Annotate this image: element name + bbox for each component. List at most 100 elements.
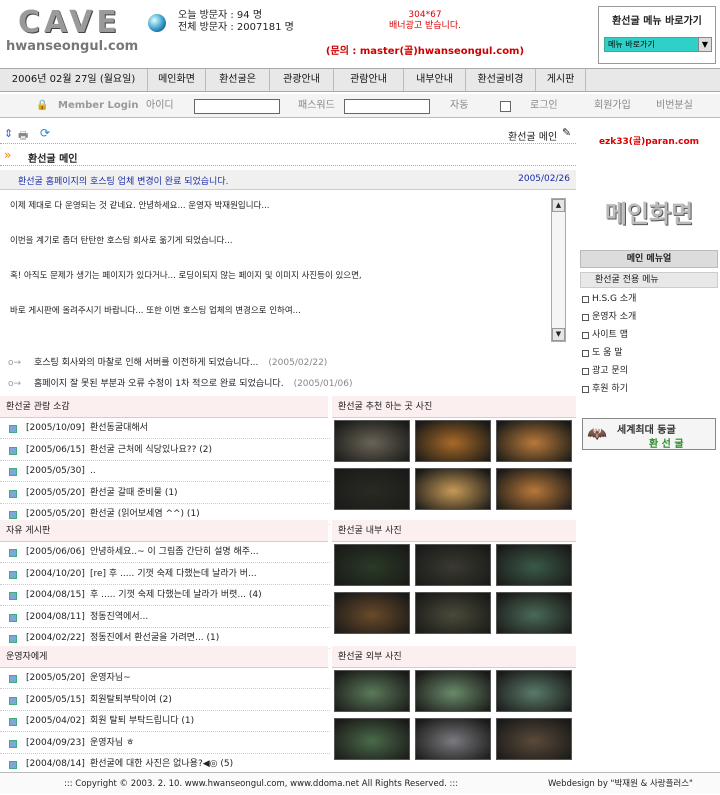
post-title[interactable]: 환선굴 갈때 준비물 (1)	[90, 483, 178, 504]
today-visitors-value: 94 명	[236, 10, 263, 21]
board-row[interactable]: [2005/05/20] 운영자님~	[0, 668, 330, 689]
banner-ad[interactable]: 304*67 배너광고 받습니다. (문의 : master(골)hwanseo…	[300, 10, 550, 57]
id-label: 아이디	[146, 100, 174, 111]
banner-title: 세계최대 동굴	[617, 425, 676, 436]
board-header[interactable]: 환선굴 관람 소감	[0, 396, 328, 418]
auto-login-checkbox[interactable]	[500, 101, 511, 112]
lost-password-button[interactable]: 비번분실	[656, 94, 693, 117]
photo-header[interactable]: 환선굴 추천 하는 곳 사진	[332, 396, 576, 418]
board-row[interactable]: [2005/05/20] 환선굴 갈때 준비물 (1)	[0, 483, 330, 504]
cave-photo-thumbnail[interactable]	[496, 718, 572, 760]
cave-photo-thumbnail[interactable]	[415, 468, 491, 510]
cave-photo-thumbnail[interactable]	[334, 468, 410, 510]
board-header[interactable]: 자유 게시판	[0, 520, 328, 542]
related-title[interactable]: 호스팅 회사와의 마찰로 인해 서버를 이전하게 되었습니다...	[34, 358, 258, 368]
login-button[interactable]: 로그인	[530, 94, 558, 117]
cave-photo-thumbnail[interactable]	[334, 420, 410, 462]
cave-photo-thumbnail[interactable]	[415, 420, 491, 462]
menu-scenery[interactable]: 환선굴비경	[466, 69, 536, 91]
refresh-icon[interactable]: ⟳	[40, 126, 50, 140]
arrows-icon[interactable]: ⇕	[4, 127, 13, 140]
cave-photo-thumbnail[interactable]	[415, 670, 491, 712]
board-row[interactable]: [2005/06/15] 환선굴 근처에 식당있나요?? (2)	[0, 440, 330, 461]
password-input[interactable]	[344, 99, 430, 114]
menu-main[interactable]: 메인화면	[148, 69, 206, 91]
notice-paragraph: 바로 게시판에 올려주시기 바랍니다... 또한 이번 호스팅 업체의 변경으로…	[10, 306, 301, 316]
cave-photo-thumbnail[interactable]	[496, 592, 572, 634]
admin-email[interactable]: ezk33(골)paran.com	[580, 124, 718, 164]
site-logo[interactable]: CAVE hwanseongul.com	[4, 6, 142, 60]
notice-scrollbar[interactable]: ▲ ▼	[551, 198, 566, 342]
post-title[interactable]: 안녕하세요..~ 이 그림좀 간단히 설명 해주...	[90, 542, 259, 563]
post-icon	[9, 549, 17, 557]
post-icon	[9, 761, 17, 769]
post-title[interactable]: 회원탈퇴부탁이여 (2)	[90, 690, 172, 711]
photo-header[interactable]: 환선굴 외부 사진	[332, 646, 576, 668]
main-page-title[interactable]: 메인화면	[585, 184, 713, 244]
menu-inside[interactable]: 내부안내	[404, 69, 466, 91]
cave-photo-thumbnail[interactable]	[415, 718, 491, 760]
sidebar-item-donate[interactable]: 후원 하기	[580, 380, 718, 398]
cave-banner[interactable]: 🦇 세계최대 동굴 환 선 굴	[582, 418, 716, 450]
cave-photo-thumbnail[interactable]	[334, 670, 410, 712]
post-title[interactable]: 운영자님~	[90, 668, 131, 689]
lock-icon: 🔒	[36, 100, 49, 111]
chevron-down-icon[interactable]: ▼	[698, 38, 711, 51]
board-row[interactable]: [2004/08/15] 후 ..... 기껏 숙제 다했는데 날라가 버렷...…	[0, 585, 330, 606]
related-notice[interactable]: o→ 호스팅 회사와의 마찰로 인해 서버를 이전하게 되었습니다... (200…	[8, 355, 327, 368]
menu-about[interactable]: 환선굴은	[206, 69, 270, 91]
photo-header[interactable]: 환선굴 내부 사진	[332, 520, 576, 542]
cave-photo-thumbnail[interactable]	[334, 544, 410, 586]
post-title[interactable]: 환선굴 근처에 식당있나요?? (2)	[90, 440, 212, 461]
breadcrumb: 환선굴 메인	[508, 132, 558, 143]
sidebar-item-ad[interactable]: 광고 문의	[580, 362, 718, 380]
board-row[interactable]: [2004/10/20] [re] 후 ..... 기껏 숙제 다했는데 날라가 …	[0, 564, 330, 585]
cave-photo-thumbnail[interactable]	[334, 592, 410, 634]
board-row[interactable]: [2004/09/23] 운영자님 ㅎ	[0, 733, 330, 754]
post-title[interactable]: 정동진역에서...	[90, 607, 148, 628]
cave-photo-thumbnail[interactable]	[496, 420, 572, 462]
board-header[interactable]: 운영자에게	[0, 646, 328, 668]
post-title[interactable]: 후 ..... 기껏 숙제 다했는데 날라가 버렷... (4)	[90, 585, 262, 606]
post-date: [2005/05/15]	[26, 694, 85, 705]
related-notice[interactable]: o→ 홈페이지 잘 못된 부분과 오류 수정이 1차 적으로 완료 되었습니다.…	[8, 376, 352, 389]
board-row[interactable]: [2005/05/15] 회원탈퇴부탁이여 (2)	[0, 690, 330, 711]
post-title[interactable]: [re] 후 ..... 기껏 숙제 다했는데 날라가 버...	[90, 564, 257, 585]
sidebar-item-operator[interactable]: 운영자 소개	[580, 308, 718, 326]
post-icon	[9, 613, 17, 622]
ad-contact[interactable]: (문의 : master(골)hwanseongul.com)	[300, 46, 550, 57]
quick-menu-select[interactable]: 메뉴 바로가기 ▼	[604, 37, 712, 52]
print-icon[interactable]: 🖶	[18, 127, 28, 146]
post-title[interactable]: 회원 탈퇴 부탁드립니다 (1)	[90, 711, 194, 732]
cave-photo-thumbnail[interactable]	[496, 468, 572, 510]
cave-photo-thumbnail[interactable]	[415, 544, 491, 586]
related-title[interactable]: 홈페이지 잘 못된 부분과 오류 수정이 1차 적으로 완료 되었습니다.	[34, 379, 284, 389]
cave-photo-thumbnail[interactable]	[496, 670, 572, 712]
visitor-counter: 오늘 방문자 : 94 명 전체 방문자 : 2007181 명	[178, 10, 294, 34]
sidebar-group-title: 환선굴 전용 메뉴	[580, 272, 718, 288]
scroll-up-icon[interactable]: ▲	[552, 199, 565, 212]
board-row[interactable]: [2005/06/06] 안녕하세요..~ 이 그림좀 간단히 설명 해주...	[0, 542, 330, 563]
board-row[interactable]: [2004/08/11] 정동진역에서...	[0, 607, 330, 628]
menu-tour[interactable]: 관광안내	[270, 69, 334, 91]
cave-photo-thumbnail[interactable]	[334, 718, 410, 760]
sidebar-item-help[interactable]: 도 움 말	[580, 344, 718, 362]
board-row[interactable]: [2005/10/09] 환선동굴대해서	[0, 418, 330, 439]
post-date: [2004/10/20]	[26, 568, 85, 579]
sidebar-item-sitemap[interactable]: 사이트 맵	[580, 326, 718, 344]
menu-visit[interactable]: 관람안내	[334, 69, 404, 91]
post-title[interactable]: ..	[90, 461, 96, 482]
scroll-down-icon[interactable]: ▼	[552, 328, 565, 341]
post-title[interactable]: 운영자님 ㅎ	[90, 733, 134, 754]
related-date: (2005/01/06)	[293, 379, 353, 389]
cave-photo-thumbnail[interactable]	[415, 592, 491, 634]
board-row[interactable]: [2005/04/02] 회원 탈퇴 부탁드립니다 (1)	[0, 711, 330, 732]
sidebar-item-hsg[interactable]: H.S.G 소개	[580, 290, 718, 308]
id-input[interactable]	[194, 99, 280, 114]
menu-board[interactable]: 게시판	[536, 69, 586, 91]
cave-photo-thumbnail[interactable]	[496, 544, 572, 586]
post-title[interactable]: 환선동굴대해서	[90, 418, 148, 439]
join-button[interactable]: 회원가입	[594, 94, 631, 117]
double-arrow-icon: »	[4, 148, 12, 162]
board-row[interactable]: [2005/05/30]..	[0, 461, 330, 482]
